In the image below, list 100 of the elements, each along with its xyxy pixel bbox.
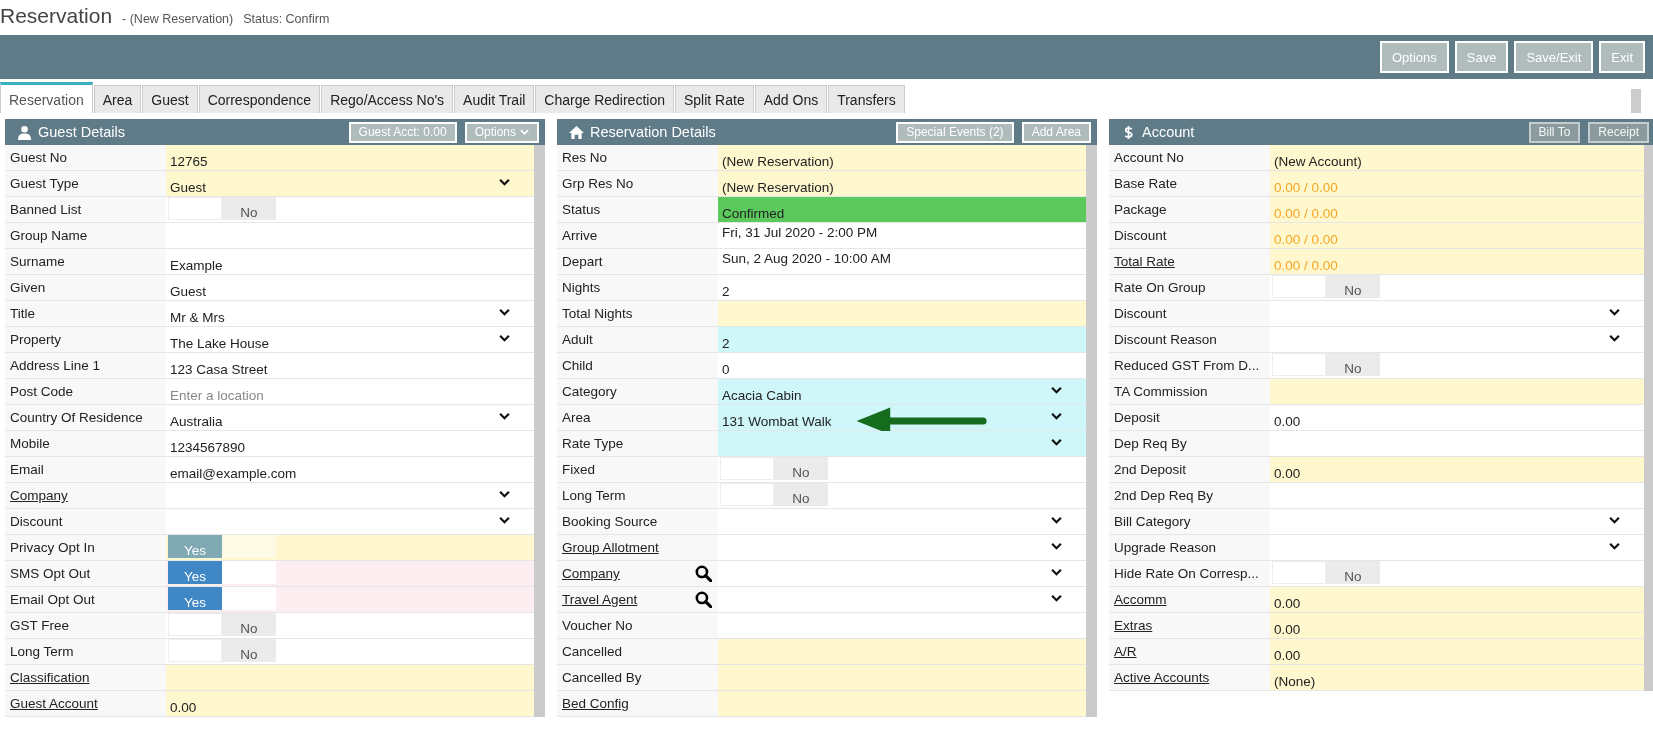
tab[interactable]: Area <box>93 85 142 113</box>
tab[interactable]: Split Rate <box>675 85 754 113</box>
field-label: Mobile <box>10 436 50 451</box>
panel-title: Guest Details <box>38 124 126 140</box>
field-label: Dep Req By <box>1114 436 1187 451</box>
chevron-icon <box>1051 386 1062 394</box>
tab[interactable]: Charge Redirection <box>535 85 674 113</box>
field-link[interactable]: Guest Account <box>10 696 98 711</box>
text-field[interactable]: 12765 <box>166 145 534 170</box>
status-text: Status: Confirm <box>243 12 330 26</box>
chevron-icon <box>1609 542 1620 550</box>
tab[interactable]: Transfers <box>828 85 905 113</box>
field-label: Base Rate <box>1114 176 1178 191</box>
chevron-icon <box>1609 308 1620 316</box>
field-label: Nights <box>562 280 601 295</box>
panel-title: Reservation Details <box>590 124 716 140</box>
field-label: Package <box>1114 202 1167 217</box>
field-label: Group Name <box>10 228 88 243</box>
select-field[interactable]: 131 Wombat Walk <box>718 405 1086 430</box>
text-field[interactable]: (None) <box>1270 665 1644 690</box>
field-label: Rate On Group <box>1114 280 1206 295</box>
text-field[interactable]: 0.00 <box>166 691 534 716</box>
text-field[interactable]: 2 <box>718 327 1086 352</box>
text-field[interactable] <box>166 665 534 690</box>
field-label: GST Free <box>10 618 70 633</box>
text-field[interactable]: (New Account) <box>1270 145 1644 170</box>
text-field[interactable] <box>1270 379 1644 404</box>
text-field[interactable]: (New Reservation) <box>718 171 1086 196</box>
field-link[interactable]: Company <box>562 566 620 581</box>
field-label: Country Of Residence <box>10 410 143 425</box>
tab[interactable]: Add Ons <box>754 85 828 113</box>
field-label: Discount <box>1114 306 1167 321</box>
chevron-icon <box>1609 334 1620 342</box>
search-icon[interactable] <box>695 591 712 608</box>
field-label: Long Term <box>10 644 74 659</box>
field-label: Depart <box>562 254 603 269</box>
field-label: Bill Category <box>1114 514 1191 529</box>
scrollbar[interactable] <box>534 145 545 717</box>
chevron-icon <box>1051 516 1062 524</box>
scrollbar[interactable] <box>1644 145 1653 691</box>
tab[interactable]: Rego/Access No's <box>321 85 454 113</box>
field-link[interactable]: Group Allotment <box>562 540 659 555</box>
text-field[interactable]: 0.00 <box>1270 613 1644 638</box>
select-field[interactable]: Acacia Cabin <box>718 379 1086 404</box>
field-label: Address Line 1 <box>10 358 101 373</box>
field-label: Cancelled <box>562 644 623 659</box>
field-label: 2nd Deposit <box>1114 462 1187 477</box>
field-label: Grp Res No <box>562 176 634 191</box>
text-field[interactable]: Confirmed <box>718 197 1086 222</box>
field-label: Discount <box>1114 228 1167 243</box>
chevron-icon <box>499 412 510 420</box>
field-label: TA Commission <box>1114 384 1208 399</box>
text-field[interactable] <box>718 691 1086 716</box>
field-link[interactable]: Active Accounts <box>1114 670 1210 685</box>
select-field[interactable]: Guest <box>166 171 534 196</box>
field-link[interactable]: Bed Config <box>562 696 629 711</box>
field-label: Property <box>10 332 62 347</box>
scrollbar[interactable] <box>1631 89 1641 113</box>
field-label: Guest Type <box>10 176 79 191</box>
chevron-icon <box>499 178 510 186</box>
field-link[interactable]: Accomm <box>1114 592 1167 607</box>
search-icon[interactable] <box>695 565 712 582</box>
chevron-icon <box>1051 412 1062 420</box>
field-label: Adult <box>562 332 593 347</box>
text-field[interactable]: (New Reservation) <box>718 145 1086 170</box>
text-field[interactable]: 0.00 <box>1270 457 1644 482</box>
home-icon <box>569 124 584 140</box>
tab[interactable]: Correspondence <box>198 85 321 113</box>
field-label: SMS Opt Out <box>10 566 91 581</box>
text-field[interactable]: 0.00 <box>1270 587 1644 612</box>
field-link[interactable]: Classification <box>10 670 90 685</box>
field-label: Voucher No <box>562 618 633 633</box>
tab[interactable]: Guest <box>142 85 198 113</box>
field-label: Post Code <box>10 384 74 399</box>
chevron-icon <box>499 308 510 316</box>
text-field[interactable]: 0.00 <box>1270 639 1644 664</box>
text-field[interactable] <box>718 639 1086 664</box>
field-label: Given <box>10 280 46 295</box>
field-label: Child <box>562 358 593 373</box>
field-label: Email <box>10 462 44 477</box>
field-label: Guest No <box>10 150 68 165</box>
field-link[interactable]: A/R <box>1114 644 1137 659</box>
field-label: Discount Reason <box>1114 332 1217 347</box>
scrollbar[interactable] <box>1086 145 1097 717</box>
field-label: Category <box>562 384 617 399</box>
select-field[interactable] <box>718 431 1086 456</box>
tab[interactable]: Reservation <box>0 82 93 113</box>
field-link[interactable]: Extras <box>1114 618 1153 633</box>
chevron-icon <box>1051 568 1062 576</box>
field-label: Reduced GST From D... <box>1114 358 1260 373</box>
text-field[interactable] <box>718 665 1086 690</box>
field-link[interactable]: Company <box>10 488 68 503</box>
tab[interactable]: Audit Trail <box>454 85 535 113</box>
text-field[interactable] <box>718 301 1086 326</box>
field-label: Res No <box>562 150 607 165</box>
field-label: 2nd Dep Req By <box>1114 488 1214 503</box>
page-title: Reservation <box>0 4 113 28</box>
chevron-icon <box>499 516 510 524</box>
field-link[interactable]: Travel Agent <box>562 592 638 607</box>
field-link[interactable]: Total Rate <box>1114 254 1175 269</box>
